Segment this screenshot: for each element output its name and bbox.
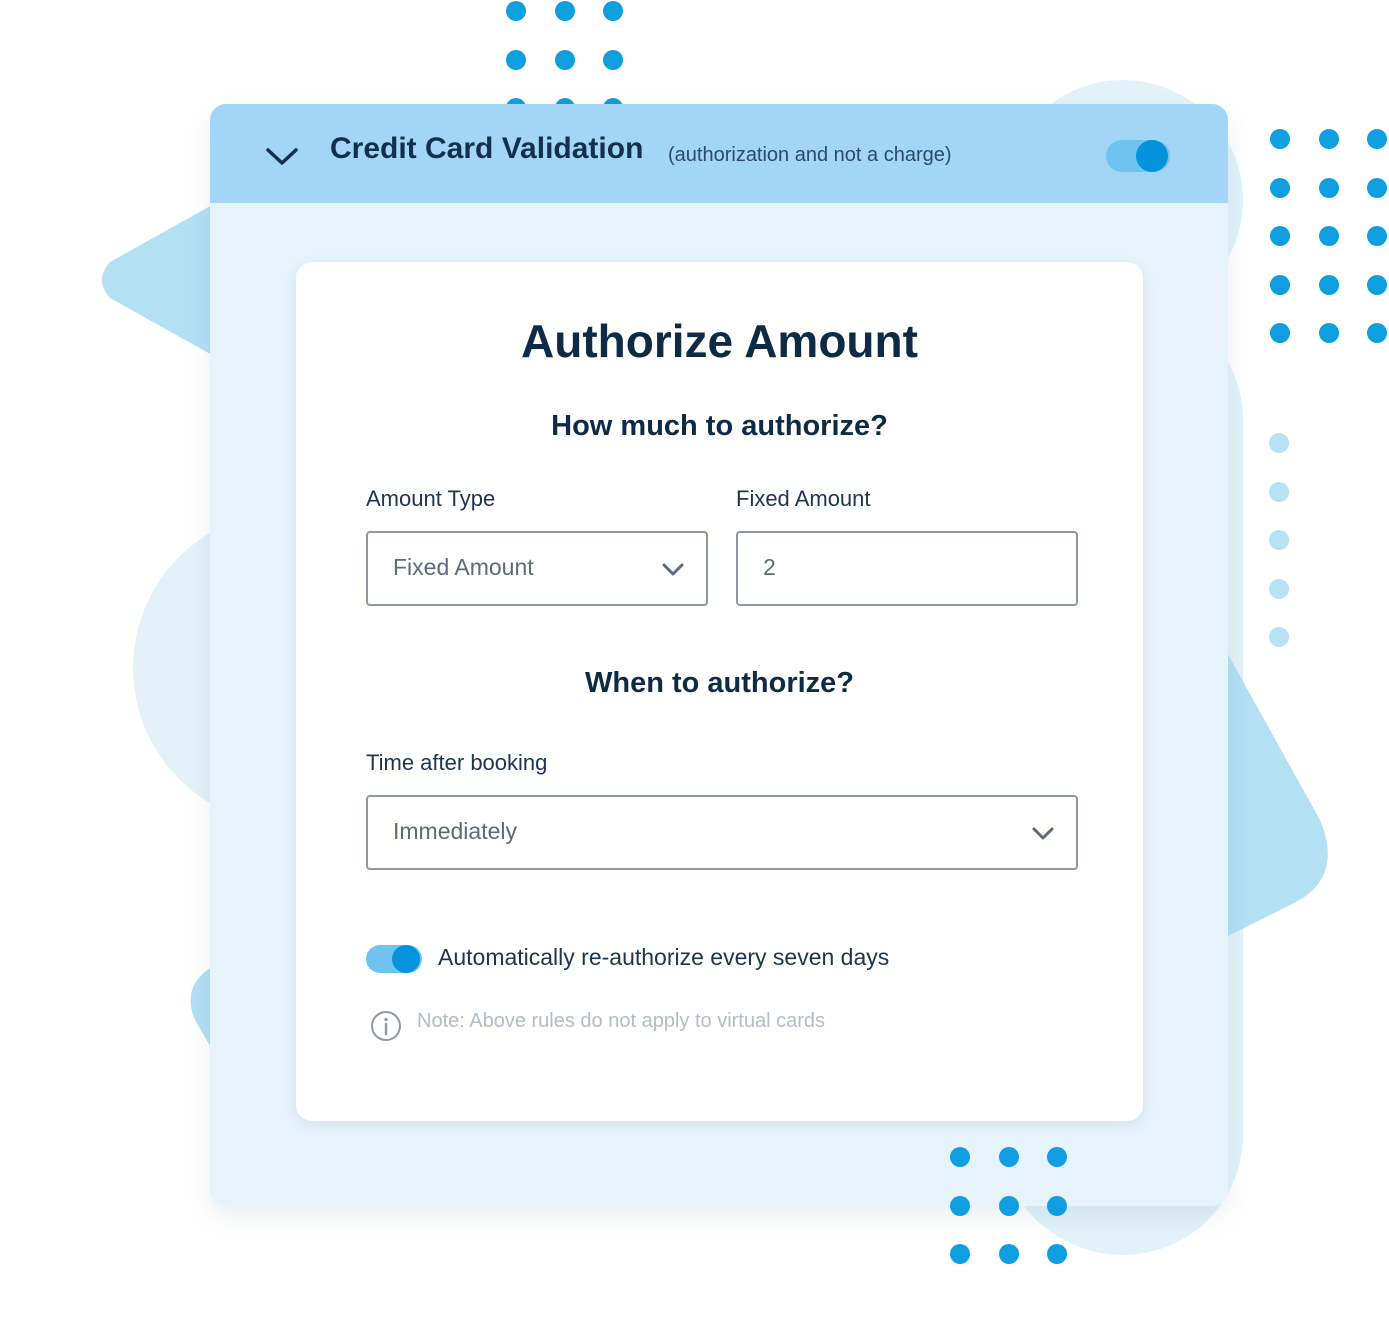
decorative-dot — [554, 49, 575, 70]
panel-title: Credit Card Validation — [330, 132, 644, 165]
fixed-amount-label: Fixed Amount — [736, 486, 871, 511]
decorative-dot — [1270, 129, 1290, 149]
decorative-dot — [1367, 323, 1387, 343]
decorative-dot — [1318, 323, 1339, 343]
decorative-dot — [1270, 226, 1290, 246]
decorative-dot — [1318, 177, 1339, 198]
decorative-dot — [1270, 274, 1290, 295]
amount-type-select[interactable]: Fixed Amount — [366, 531, 708, 606]
decorative-dot — [998, 1195, 1019, 1216]
reauthorize-toggle[interactable] — [366, 945, 422, 973]
decorative-dot — [1367, 274, 1387, 295]
page-canvas: Credit Card Validation (authorization an… — [0, 0, 1389, 1336]
fixed-amount-input[interactable]: 2 — [736, 531, 1078, 606]
info-icon — [371, 1011, 401, 1041]
toggle-knob — [1136, 140, 1168, 172]
panel-header: Credit Card Validation (authorization an… — [210, 104, 1228, 203]
time-after-booking-select[interactable]: Immediately — [366, 795, 1078, 870]
decorative-dot — [950, 1244, 970, 1264]
card-title: Authorize Amount — [521, 315, 918, 367]
toggle-knob — [392, 945, 420, 973]
collapse-chevron-button[interactable] — [262, 136, 302, 176]
decorative-dot — [1367, 129, 1387, 149]
note-text: Note: Above rules do not apply to virtua… — [417, 1010, 826, 1032]
authorize-amount-card: Authorize Amount How much to authorize? … — [296, 262, 1143, 1121]
decorative-dot — [1047, 1147, 1067, 1167]
reauthorize-label: Automatically re-authorize every seven d… — [438, 944, 890, 970]
decorative-dot — [603, 1, 623, 21]
decorative-dot — [1269, 433, 1289, 453]
amount-type-value: Fixed Amount — [393, 554, 534, 580]
amount-type-label: Amount Type — [366, 486, 496, 511]
decorative-dot — [506, 49, 526, 70]
decorative-dot — [1318, 226, 1339, 246]
decorative-dot — [950, 1195, 970, 1216]
credit-card-validation-panel: Credit Card Validation (authorization an… — [210, 104, 1228, 1206]
decorative-dot — [998, 1244, 1019, 1264]
decorative-dot — [1270, 177, 1290, 198]
time-after-booking-value: Immediately — [393, 818, 517, 844]
decorative-dot — [950, 1147, 970, 1167]
decorative-dot — [1269, 627, 1289, 647]
decorative-dot — [1047, 1195, 1067, 1216]
decorative-dot — [506, 1, 526, 21]
decorative-dot — [1318, 274, 1339, 295]
decorative-dot — [554, 1, 575, 21]
decorative-dot — [1270, 323, 1290, 343]
chevron-down-icon — [1032, 827, 1054, 840]
decorative-dot — [998, 1147, 1019, 1167]
decorative-dot — [1047, 1244, 1067, 1264]
how-much-heading: How much to authorize? — [551, 410, 888, 442]
decorative-dot — [1318, 129, 1339, 149]
credit-card-validation-toggle[interactable] — [1106, 140, 1170, 172]
decorative-dot — [1269, 530, 1289, 550]
decorative-dot — [603, 49, 623, 70]
time-after-booking-label: Time after booking — [366, 750, 548, 775]
decorative-dot — [1367, 177, 1387, 198]
chevron-down-icon — [662, 563, 684, 576]
when-heading: When to authorize? — [584, 667, 855, 699]
panel-subtitle: (authorization and not a charge) — [668, 144, 952, 166]
chevron-down-icon — [266, 148, 298, 165]
fixed-amount-value: 2 — [763, 554, 776, 580]
decorative-dot — [1269, 481, 1289, 502]
decorative-dot — [1367, 226, 1387, 246]
decorative-dot — [1269, 578, 1289, 599]
